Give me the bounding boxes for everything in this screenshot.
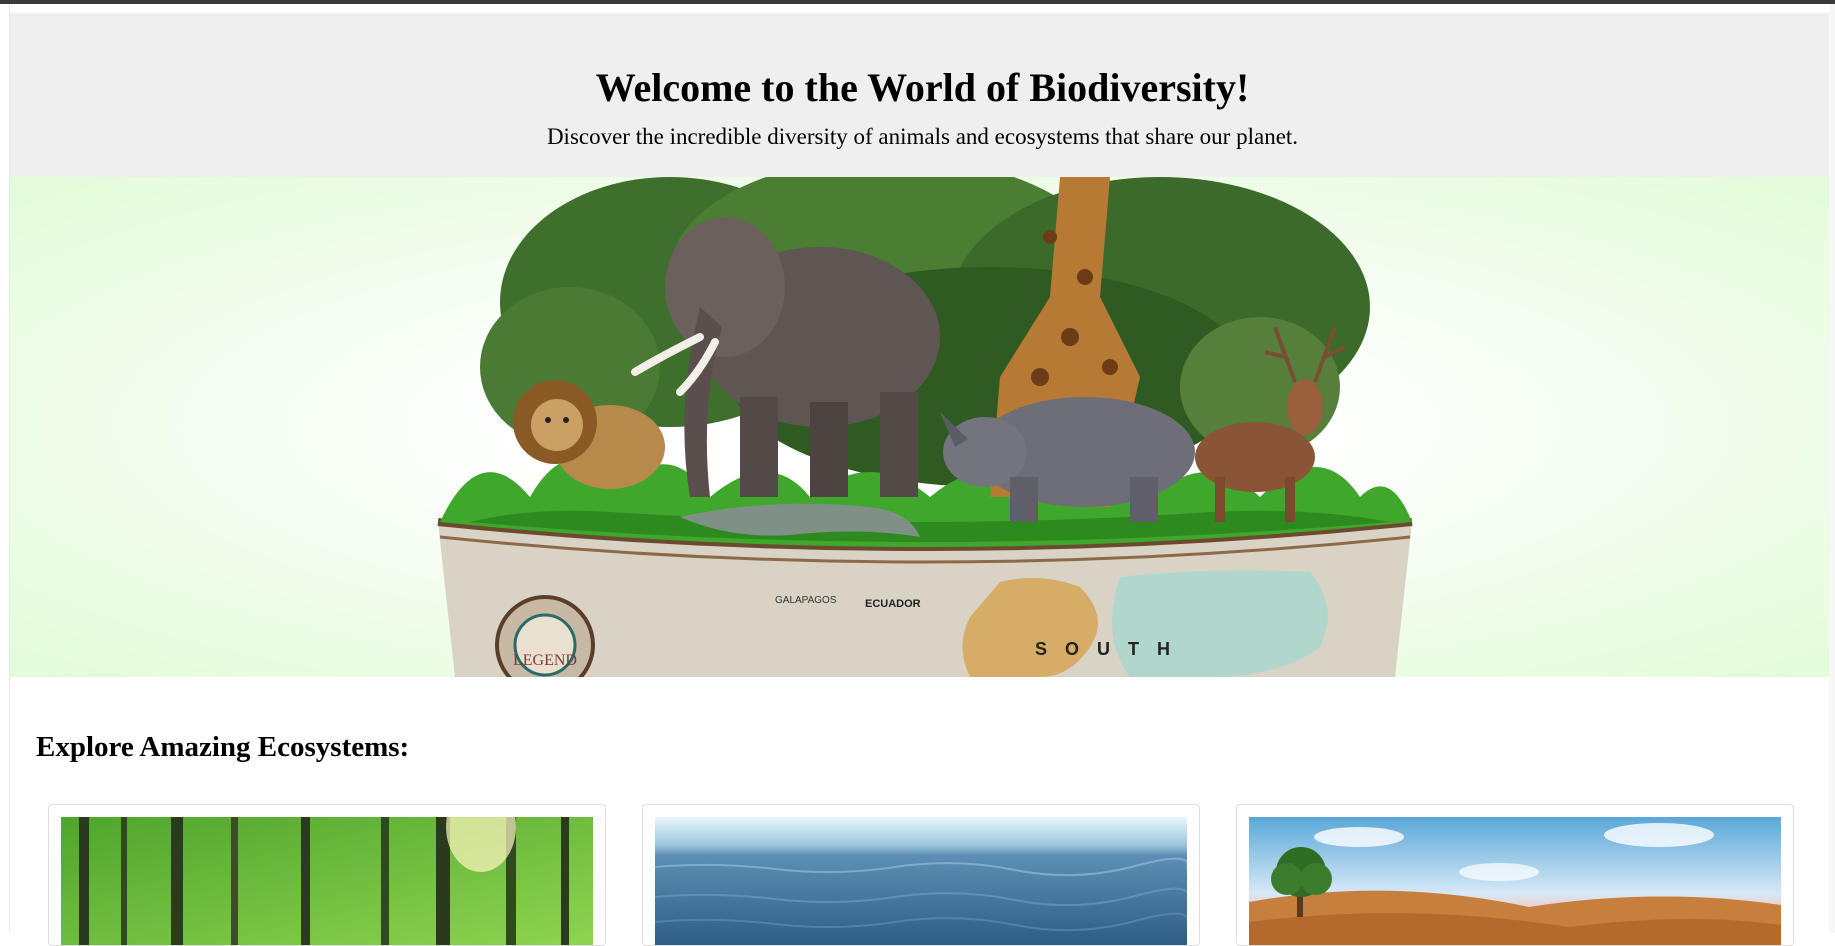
hero-biodiversity-image: LEGEND GALAPAGOS ECUADOR SOUTH [10, 177, 1835, 677]
hero-illustration: LEGEND GALAPAGOS ECUADOR SOUTH [437, 177, 1413, 677]
page-title: Welcome to the World of Biodiversity! [595, 65, 1250, 110]
forest-image [61, 817, 593, 945]
ocean-image [655, 817, 1187, 945]
map-label-galapagos: GALAPAGOS [775, 595, 837, 606]
map-label-legend: LEGEND [513, 652, 577, 669]
page-subtitle: Discover the incredible diversity of ani… [546, 124, 1299, 149]
page: Welcome to the World of Biodiversity! Di… [10, 13, 1835, 946]
desert-image [1249, 817, 1781, 945]
ecosystem-card-forest[interactable] [48, 804, 606, 946]
window-right-edge [1829, 4, 1835, 933]
ecosystem-card-ocean[interactable] [642, 804, 1200, 946]
window-left-edge [0, 4, 10, 933]
ecosystem-cards [48, 804, 1803, 946]
ecosystem-card-desert[interactable] [1236, 804, 1794, 946]
page-header: Welcome to the World of Biodiversity! Di… [10, 13, 1835, 177]
map-label-ecuador: ECUADOR [865, 598, 921, 610]
map-label-south: SOUTH [1035, 639, 1188, 659]
browser-top-border [0, 0, 1835, 4]
ecosystems-heading: Explore Amazing Ecosystems: [36, 731, 410, 763]
